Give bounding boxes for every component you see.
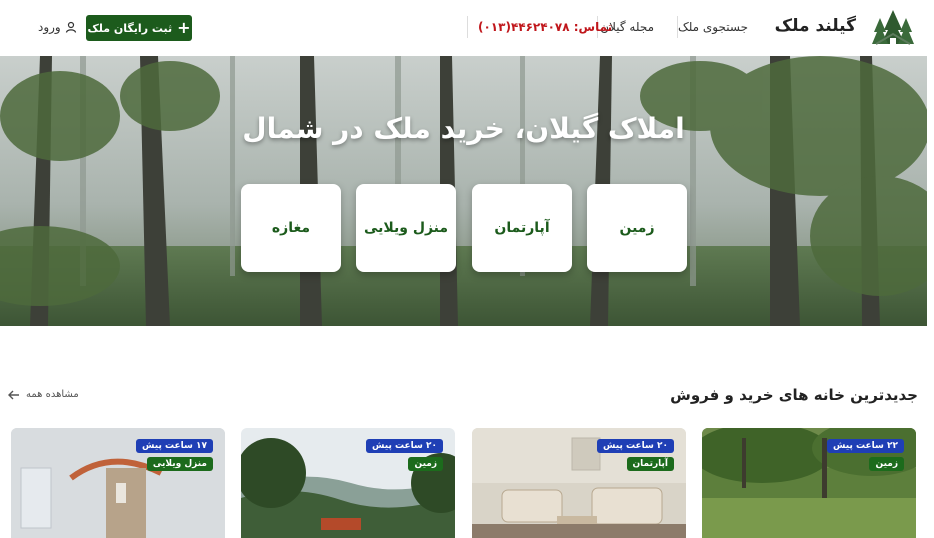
see-all-label: مشاهده همه [26,389,79,400]
listing-card[interactable]: ۲۰ ساعت پیش آپارتمان [472,428,686,538]
nav-divider [467,16,468,38]
hero-title: املاک گیلان، خرید ملک در شمال [242,112,685,145]
latest-listings-title: جدیدترین خانه های خرید و فروش [670,386,918,404]
listing-card[interactable]: ۲۰ ساعت پیش زمین [241,428,455,538]
type-badge: زمین [408,457,443,471]
type-badge: زمین [869,457,904,471]
time-badge: ۲۲ ساعت پیش [827,439,904,453]
time-badge: ۲۰ ساعت پیش [366,439,443,453]
category-shop[interactable]: مغازه [241,184,341,272]
nav-search-property[interactable]: جستجوی ملک [678,20,748,34]
nav-divider [677,16,678,38]
user-icon [65,21,76,33]
listing-card[interactable]: ۲۲ ساعت پیش زمین [702,428,916,538]
plus-icon: + [177,18,191,37]
category-land[interactable]: زمین [587,184,687,272]
time-badge: ۱۷ ساعت پیش [136,439,213,453]
register-property-button[interactable]: + ثبت رایگان ملک [86,15,192,41]
category-apartment[interactable]: آپارتمان [472,184,572,272]
login-link[interactable]: ورود [38,20,77,34]
hero-banner: املاک گیلان، خرید ملک در شمال زمین آپارت… [0,56,927,326]
brand-name[interactable]: گیلند ملک [775,16,856,36]
login-label: ورود [38,20,61,34]
category-villa[interactable]: منزل ویلایی [356,184,456,272]
time-badge: ۲۰ ساعت پیش [597,439,674,453]
listing-card[interactable]: ۱۷ ساعت پیش منزل ویلایی [11,428,225,538]
contact-phone[interactable]: تماس: ۴۴۶۲۴۰۷۸(۰۱۳) [478,20,612,34]
forest-background-image [0,56,927,326]
type-badge: منزل ویلایی [146,457,213,471]
see-all-link[interactable]: مشاهده همه [8,389,79,400]
forest-logo-icon[interactable] [870,8,916,48]
site-header: گیلند ملک جستجوی ملک مجله گیلان تماس: ۴۴… [0,0,934,56]
register-property-label: ثبت رایگان ملک [87,21,173,35]
type-badge: آپارتمان [626,457,674,471]
arrow-left-icon [8,390,19,399]
